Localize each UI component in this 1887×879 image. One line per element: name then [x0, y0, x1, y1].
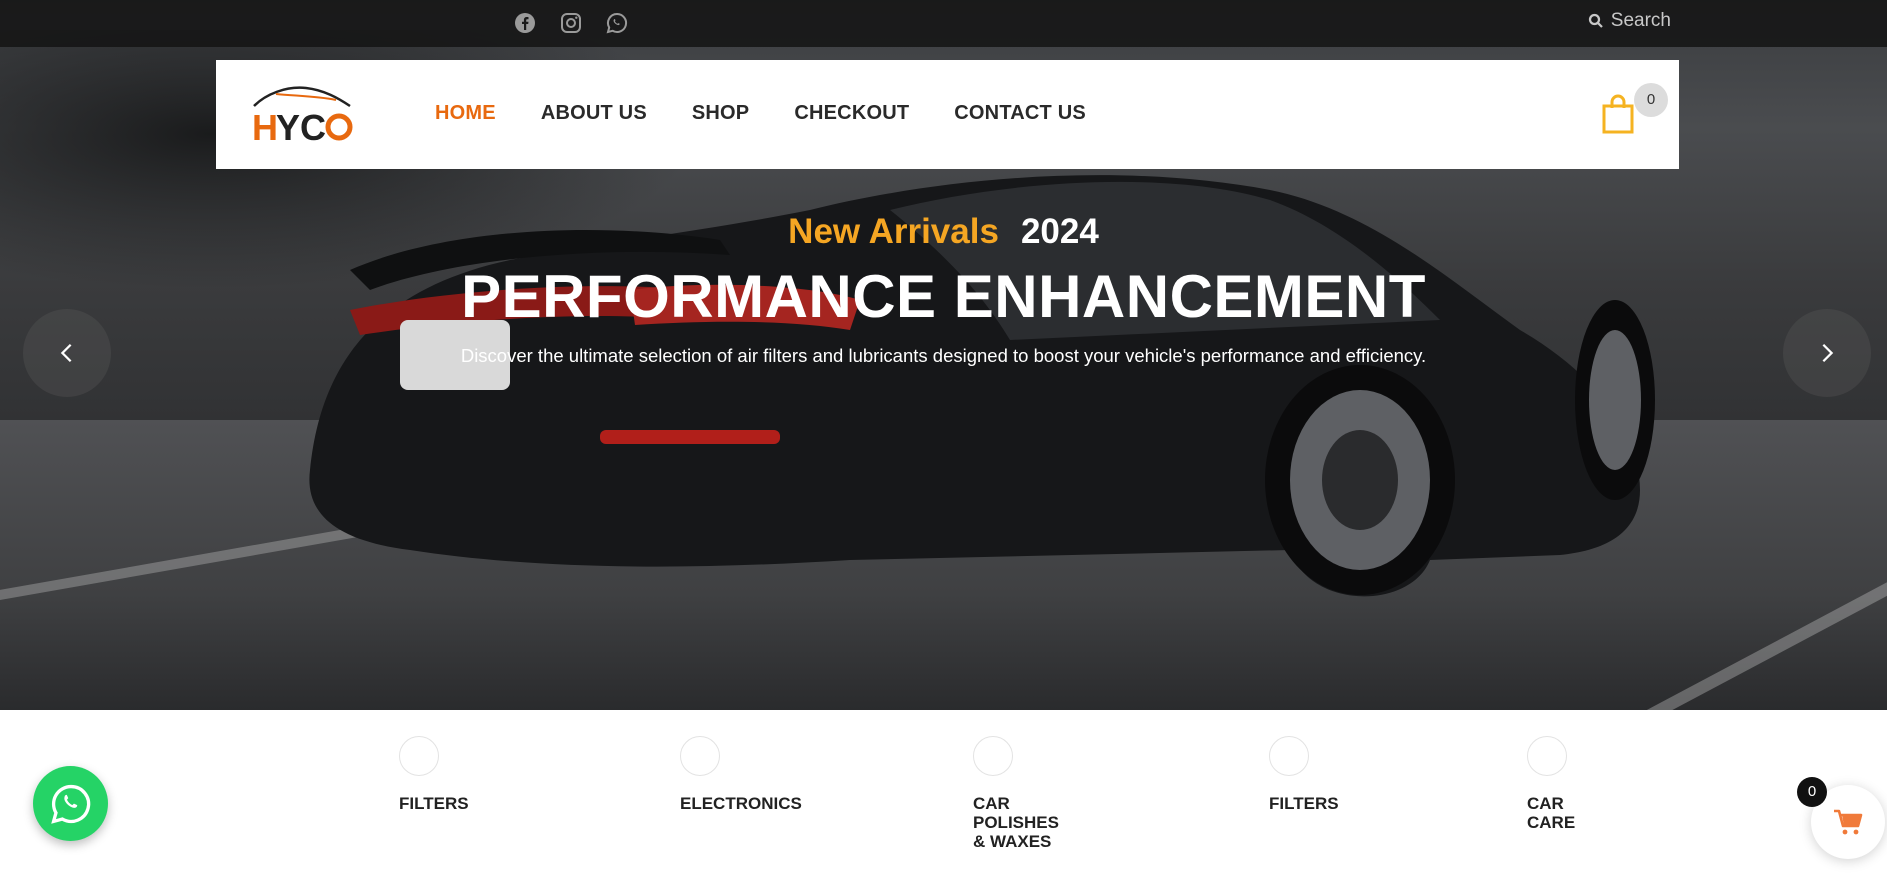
slider-prev-button[interactable] [23, 309, 111, 397]
floating-cart-count-badge: 0 [1797, 777, 1827, 807]
category-thumbnail[interactable] [1527, 736, 1567, 776]
chevron-left-icon [60, 343, 72, 363]
svg-text:YC: YC [276, 107, 326, 148]
whatsapp-chat-button[interactable] [33, 766, 108, 841]
search-icon [1588, 13, 1603, 28]
nav-contact-us[interactable]: CONTACT US [954, 102, 1086, 125]
hyco-logo[interactable]: H YC [246, 80, 356, 148]
whatsapp-icon[interactable] [605, 11, 629, 35]
svg-text:H: H [252, 107, 278, 148]
category-strip: FILTERS ELECTRONICS CAR POLISHES & WAXES… [0, 710, 1887, 879]
category-thumbnail[interactable] [399, 736, 439, 776]
category-thumbnail[interactable] [1269, 736, 1309, 776]
nav-checkout[interactable]: CHECKOUT [794, 102, 909, 125]
category-label[interactable]: FILTERS [1269, 794, 1389, 813]
search-button[interactable]: Search [1587, 10, 1671, 32]
hero-kicker-highlight: New Arrivals [788, 212, 999, 251]
category-thumbnail[interactable] [680, 736, 720, 776]
search-label: Search [1610, 10, 1671, 31]
nav-about-us[interactable]: ABOUT US [541, 102, 647, 125]
shopping-bag-icon[interactable] [1601, 94, 1635, 134]
category-item[interactable]: ELECTRONICS [680, 736, 820, 813]
hero-headline: PERFORMANCE ENHANCEMENT [461, 263, 1426, 330]
category-item[interactable]: CAR CARE [1527, 736, 1587, 832]
hero-kicker-year: 2024 [1020, 212, 1099, 251]
category-thumbnail[interactable] [973, 736, 1013, 776]
top-bar: Search [0, 0, 1887, 47]
category-item[interactable]: FILTERS [1269, 736, 1389, 813]
slider-next-button[interactable] [1783, 309, 1871, 397]
nav-shop[interactable]: SHOP [692, 102, 749, 125]
category-item[interactable]: FILTERS [399, 736, 519, 813]
category-label[interactable]: CAR POLISHES & WAXES [973, 794, 1068, 851]
social-links [513, 11, 629, 35]
hero-subtitle: Discover the ultimate selection of air f… [460, 345, 1427, 366]
category-label[interactable]: ELECTRONICS [680, 794, 820, 813]
instagram-icon[interactable] [559, 11, 583, 35]
category-label[interactable]: FILTERS [399, 794, 519, 813]
category-item[interactable]: CAR POLISHES & WAXES [973, 736, 1068, 851]
main-header: H YC HOME ABOUT US SHOP CHECKOUT CONTACT… [216, 60, 1679, 169]
chevron-right-icon [1822, 343, 1834, 363]
category-label[interactable]: CAR CARE [1527, 794, 1587, 832]
shopping-cart-icon [1834, 809, 1863, 835]
hero-kicker: New Arrivals 2024 [0, 212, 1887, 252]
nav-home[interactable]: HOME [435, 102, 496, 125]
cart-count-badge: 0 [1634, 83, 1668, 117]
facebook-icon[interactable] [513, 11, 537, 35]
main-nav: HOME ABOUT US SHOP CHECKOUT CONTACT US [435, 102, 1086, 125]
whatsapp-icon [50, 784, 90, 824]
